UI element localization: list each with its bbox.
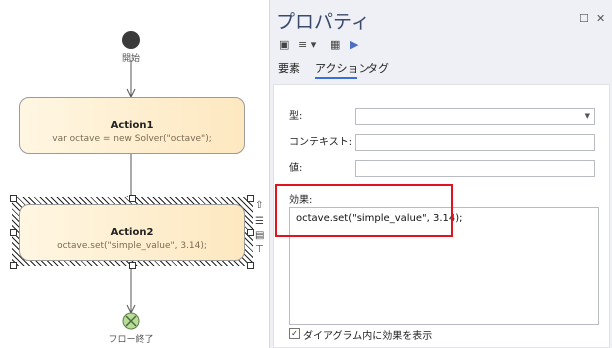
menu-icon[interactable]: ≡ ▾	[298, 38, 316, 51]
quick-menu-icon[interactable]: ☰	[255, 217, 264, 227]
action2-body: octave.set("simple_value", 3.14);	[57, 241, 207, 251]
action1-node[interactable]: Action1 var octave = new Solver("octave"…	[19, 97, 245, 154]
action1-body: var octave = new Solver("octave");	[52, 134, 212, 144]
start-node-label: 開始	[121, 54, 140, 64]
tab-bar: 要素 アクション タグ	[270, 56, 612, 79]
run-icon[interactable]: ▶	[350, 38, 358, 51]
action1-title: Action1	[110, 120, 154, 131]
resize-handle[interactable]	[247, 262, 254, 269]
context-label: コンテキスト:	[289, 137, 353, 148]
action2-title: Action2	[110, 227, 154, 238]
panel-title: プロパティ	[276, 11, 370, 33]
list-icon[interactable]: ▤	[255, 231, 264, 241]
tag-icon[interactable]: ⊤	[255, 245, 264, 255]
show-effect-checkbox[interactable]: ✓	[289, 328, 300, 339]
tab-action[interactable]: アクション	[315, 60, 369, 76]
context-input[interactable]	[355, 134, 595, 151]
tab-tags[interactable]: タグ	[367, 60, 389, 76]
resize-handle[interactable]	[129, 262, 136, 269]
resize-handle[interactable]	[247, 229, 254, 236]
resize-handle[interactable]	[129, 195, 136, 202]
end-node-label: フロー終了	[108, 335, 154, 345]
resize-handle[interactable]	[247, 195, 254, 202]
active-tab-indicator	[315, 77, 357, 79]
properties-icon[interactable]: ▦	[330, 38, 340, 51]
effect-highlight-box	[275, 184, 453, 237]
close-icon[interactable]: ✕	[596, 12, 605, 25]
value-input[interactable]	[355, 160, 595, 177]
save-icon[interactable]: ▣	[279, 38, 289, 51]
resize-handle[interactable]	[10, 195, 17, 202]
chevron-down-icon: ▼	[584, 112, 590, 120]
type-label: 型:	[289, 111, 303, 122]
tab-element[interactable]: 要素	[278, 60, 300, 76]
diagram-canvas[interactable]: 開始 Action1 var octave = new Solver("octa…	[0, 0, 268, 348]
quick-link-arrow-icon[interactable]: ⇧	[255, 201, 263, 211]
properties-panel: プロパティ ☐ ✕ ▣ ≡ ▾ ▦ ▶ 要素 アクション タグ 型: ▼ コンテ…	[269, 0, 612, 348]
value-label: 値:	[289, 163, 303, 174]
show-effect-checkbox-label: ダイアグラム内に効果を表示	[303, 331, 433, 342]
type-dropdown[interactable]: ▼	[355, 108, 595, 125]
resize-handle[interactable]	[10, 229, 17, 236]
resize-handle[interactable]	[10, 262, 17, 269]
restore-icon[interactable]: ☐	[579, 12, 589, 25]
start-node[interactable]	[122, 31, 140, 49]
flow-final-node[interactable]	[122, 312, 140, 330]
action2-node[interactable]: Action2 octave.set("simple_value", 3.14)…	[19, 204, 245, 261]
